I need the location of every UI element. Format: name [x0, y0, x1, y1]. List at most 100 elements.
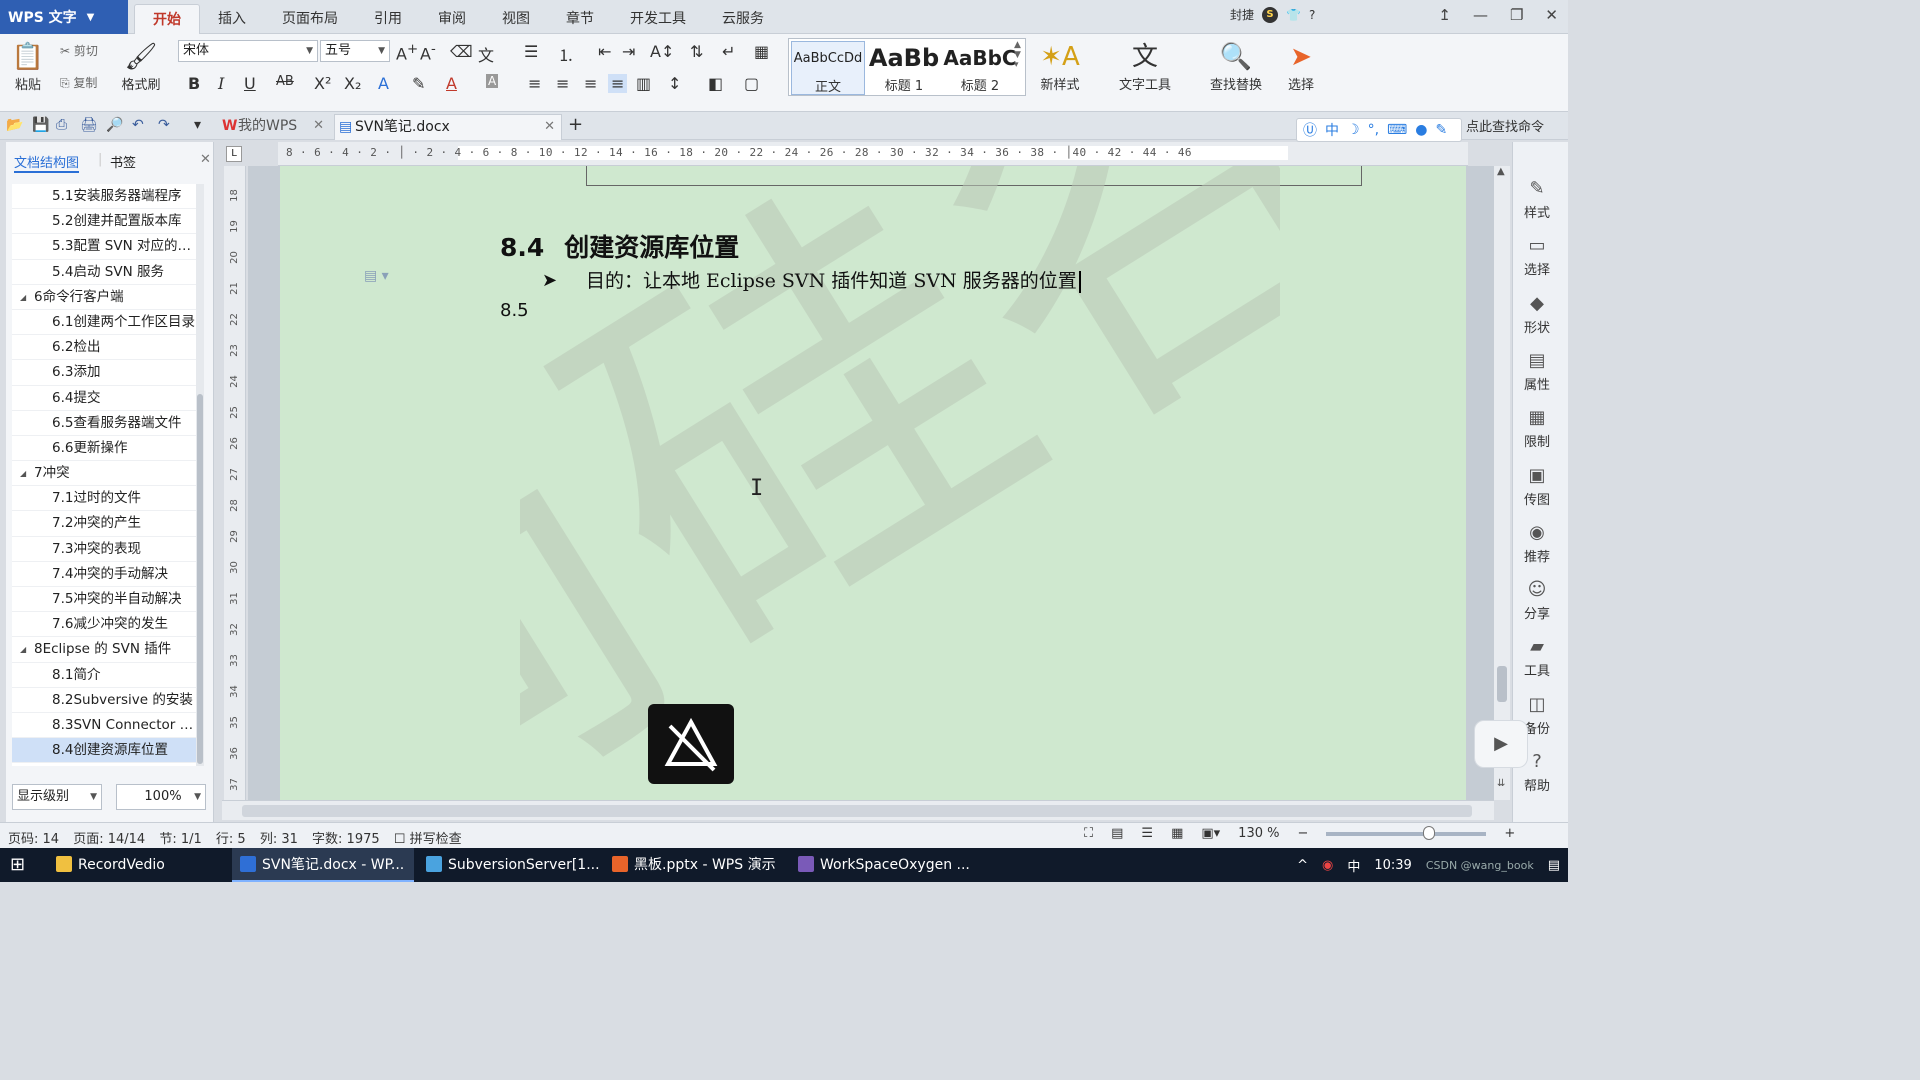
char-scale-icon[interactable]: A↕ — [650, 42, 674, 61]
task-pane-item[interactable]: ▣ 传图 — [1513, 465, 1561, 508]
subscript-icon[interactable]: X₂ — [344, 74, 361, 93]
select-button[interactable]: ➤ 选择 — [1280, 40, 1322, 93]
close-icon[interactable]: ✕ — [1545, 6, 1558, 24]
outline-level-select[interactable]: 显示级别 ▼ — [12, 784, 102, 810]
strikethrough-icon[interactable]: AB — [276, 74, 294, 89]
paragraph-layout-icon[interactable]: ▤ ▾ — [364, 268, 389, 284]
close-icon[interactable]: ✕ — [544, 115, 555, 139]
outline-item[interactable]: 6.3添加 — [12, 360, 198, 386]
distribute-icon[interactable]: ▥ — [636, 74, 651, 93]
reading-view-icon[interactable]: ▣▾ — [1201, 826, 1220, 841]
outline-view-icon[interactable]: ☰ — [1141, 826, 1153, 841]
bullet-paragraph[interactable]: 目的：让本地 Eclipse SVN 插件知道 SVN 服务器的位置 — [586, 266, 1081, 293]
ime-toolbar[interactable]: Ⓤ 中 ☽ °, ⌨ ● ✎ — [1296, 118, 1462, 142]
tray-expand-icon[interactable]: ^ — [1297, 858, 1308, 873]
document-page[interactable]: 尚硅谷 ▤ ▾ 8.4 创建资源库位置 ➤ 目的：让本地 Eclipse SVN … — [280, 166, 1466, 800]
doc-tab-0[interactable]: W 我的WPS ✕ — [218, 114, 330, 140]
outline-item[interactable]: 5.1安装服务器端程序 — [12, 184, 198, 210]
sort-icon[interactable]: ⇅ — [690, 42, 703, 61]
find-replace-button[interactable]: 🔍 查找替换 — [1202, 40, 1270, 93]
tab-ribbon-5[interactable]: 视图 — [484, 4, 548, 34]
scroll-thumb[interactable] — [197, 394, 203, 764]
play-icon[interactable]: ▶ — [1474, 720, 1528, 768]
task-pane-item[interactable]: ✎ 样式 — [1513, 178, 1561, 221]
tab-ribbon-7[interactable]: 开发工具 — [612, 4, 704, 34]
open-folder-icon[interactable]: 📂 — [6, 117, 23, 133]
new-style-button[interactable]: ✶A 新样式 — [1032, 40, 1088, 93]
text-tools-button[interactable]: 文 文字工具 — [1110, 40, 1180, 93]
outline-item[interactable]: 7.6减少冲突的发生 — [12, 612, 198, 638]
align-left-icon[interactable]: ≡ — [528, 74, 541, 93]
highlight-icon[interactable]: ✎ — [412, 74, 425, 93]
align-center-icon[interactable]: ≡ — [556, 74, 569, 93]
undo-icon[interactable]: ↶ — [132, 117, 144, 133]
line-spacing-icon[interactable]: ↕ — [668, 74, 681, 93]
maximize-icon[interactable]: ❐ — [1510, 6, 1523, 24]
outline-item[interactable]: 7冲突 — [12, 461, 198, 487]
task-pane-item[interactable]: ▰ 工具 — [1513, 636, 1561, 679]
align-right-icon[interactable]: ≡ — [584, 74, 597, 93]
style-0[interactable]: AaBbCcDd 正文 — [791, 41, 865, 95]
new-tab-icon[interactable]: + — [568, 114, 583, 135]
status-word-count[interactable]: 字数: 1975 — [312, 832, 380, 847]
outline-item[interactable]: 6命令行客户端 — [12, 285, 198, 310]
font-name-select[interactable]: 宋体 ▼ — [178, 40, 318, 62]
skin-icon[interactable]: 👕 — [1286, 8, 1301, 22]
shading-icon[interactable]: ◧ — [708, 74, 723, 93]
zoom-slider[interactable] — [1326, 825, 1487, 840]
outline-item[interactable]: 7.5冲突的半自动解决 — [12, 587, 198, 613]
superscript-icon[interactable]: X² — [314, 74, 331, 93]
vertical-scrollbar[interactable]: ▲ ⇊ — [1494, 166, 1510, 800]
close-icon[interactable]: ✕ — [200, 152, 211, 167]
customize-icon[interactable]: ▾ — [194, 117, 201, 133]
fullscreen-view-icon[interactable]: ⛶ — [1084, 826, 1093, 841]
bullet-list-icon[interactable]: ☰ — [524, 42, 538, 61]
underline-icon[interactable]: U — [244, 74, 256, 93]
zoom-out-icon[interactable]: − — [1297, 826, 1308, 841]
outline-item[interactable]: 7.3冲突的表现 — [12, 537, 198, 562]
text-effect-icon[interactable]: A — [378, 74, 389, 93]
close-icon[interactable]: ✕ — [313, 114, 324, 138]
tray-ime[interactable]: 中 — [1347, 856, 1360, 875]
horizontal-scrollbar[interactable] — [222, 800, 1494, 820]
task-pane-item[interactable]: ◆ 形状 — [1513, 293, 1561, 336]
italic-icon[interactable]: I — [218, 74, 224, 93]
tab-ribbon-1[interactable]: 插入 — [200, 4, 264, 34]
scroll-thumb[interactable] — [1497, 666, 1507, 702]
taskbar-item[interactable]: SVN笔记.docx - WP... — [232, 848, 414, 882]
show-marks-icon[interactable]: ↵ — [722, 42, 735, 61]
bold-icon[interactable]: B — [188, 74, 200, 93]
outline-item[interactable]: 6.2检出 — [12, 335, 198, 361]
help-icon[interactable]: ? — [1309, 8, 1315, 22]
char-shading-icon[interactable]: A — [486, 74, 499, 88]
style-2[interactable]: AaBbC 标题 2 — [943, 41, 1017, 95]
numbered-list-icon[interactable]: ⒈ — [558, 42, 574, 66]
grow-font-icon[interactable]: A+ — [396, 42, 418, 63]
task-pane-item[interactable]: ☺ 分享 — [1513, 579, 1561, 622]
outdent-icon[interactable]: ⇤ — [598, 42, 611, 61]
shrink-font-icon[interactable]: A- — [420, 42, 436, 63]
borders-icon[interactable]: ▢ — [744, 74, 759, 93]
outline-item[interactable]: 6.6更新操作 — [12, 436, 198, 462]
print-icon[interactable]: 🖨 — [80, 117, 98, 133]
command-search[interactable]: 点此查找命令 — [1466, 116, 1544, 135]
document-canvas[interactable]: 尚硅谷 ▤ ▾ 8.4 创建资源库位置 ➤ 目的：让本地 Eclipse SVN … — [248, 166, 1494, 800]
vertical-ruler[interactable]: 18 19 20 21 22 23 24 25 26 27 28 29 30 31 32 33 34 35 36 37 — [224, 166, 246, 800]
scroll-thumb[interactable] — [242, 805, 1472, 817]
outline-item[interactable]: 8.2Subversive 的安装 — [12, 688, 198, 713]
gallery-scroll-icon[interactable]: ▲ ▼ ▾ — [1014, 40, 1021, 70]
tab-ribbon-8[interactable]: 云服务 — [704, 4, 782, 34]
outline-item[interactable]: 6.5查看服务器端文件 — [12, 411, 198, 436]
page-down-icon[interactable]: ⇊ — [1497, 778, 1505, 789]
phonetic-icon[interactable]: 文 — [478, 42, 494, 66]
horizontal-ruler[interactable]: 8 ⋅ 6 ⋅ 4 ⋅ 2 ⋅ │ ⋅ 2 ⋅ 4 ⋅ 6 ⋅ 8 ⋅ 10 ⋅… — [278, 142, 1468, 166]
outline-item[interactable]: 7.1过时的文件 — [12, 486, 198, 512]
outline-item[interactable]: 7.2冲突的产生 — [12, 511, 198, 537]
user-area[interactable]: 封捷 S 👕 ? — [1230, 6, 1315, 23]
zoom-in-icon[interactable]: + — [1504, 826, 1515, 841]
scroll-up-icon[interactable]: ▲ — [1497, 166, 1505, 177]
cut-button[interactable]: ✂ 剪切 — [60, 42, 98, 59]
tab-ribbon-3[interactable]: 引用 — [356, 4, 420, 34]
paste-button[interactable]: 📋 粘贴 — [8, 40, 48, 93]
redo-icon[interactable]: ↷ — [158, 117, 170, 133]
